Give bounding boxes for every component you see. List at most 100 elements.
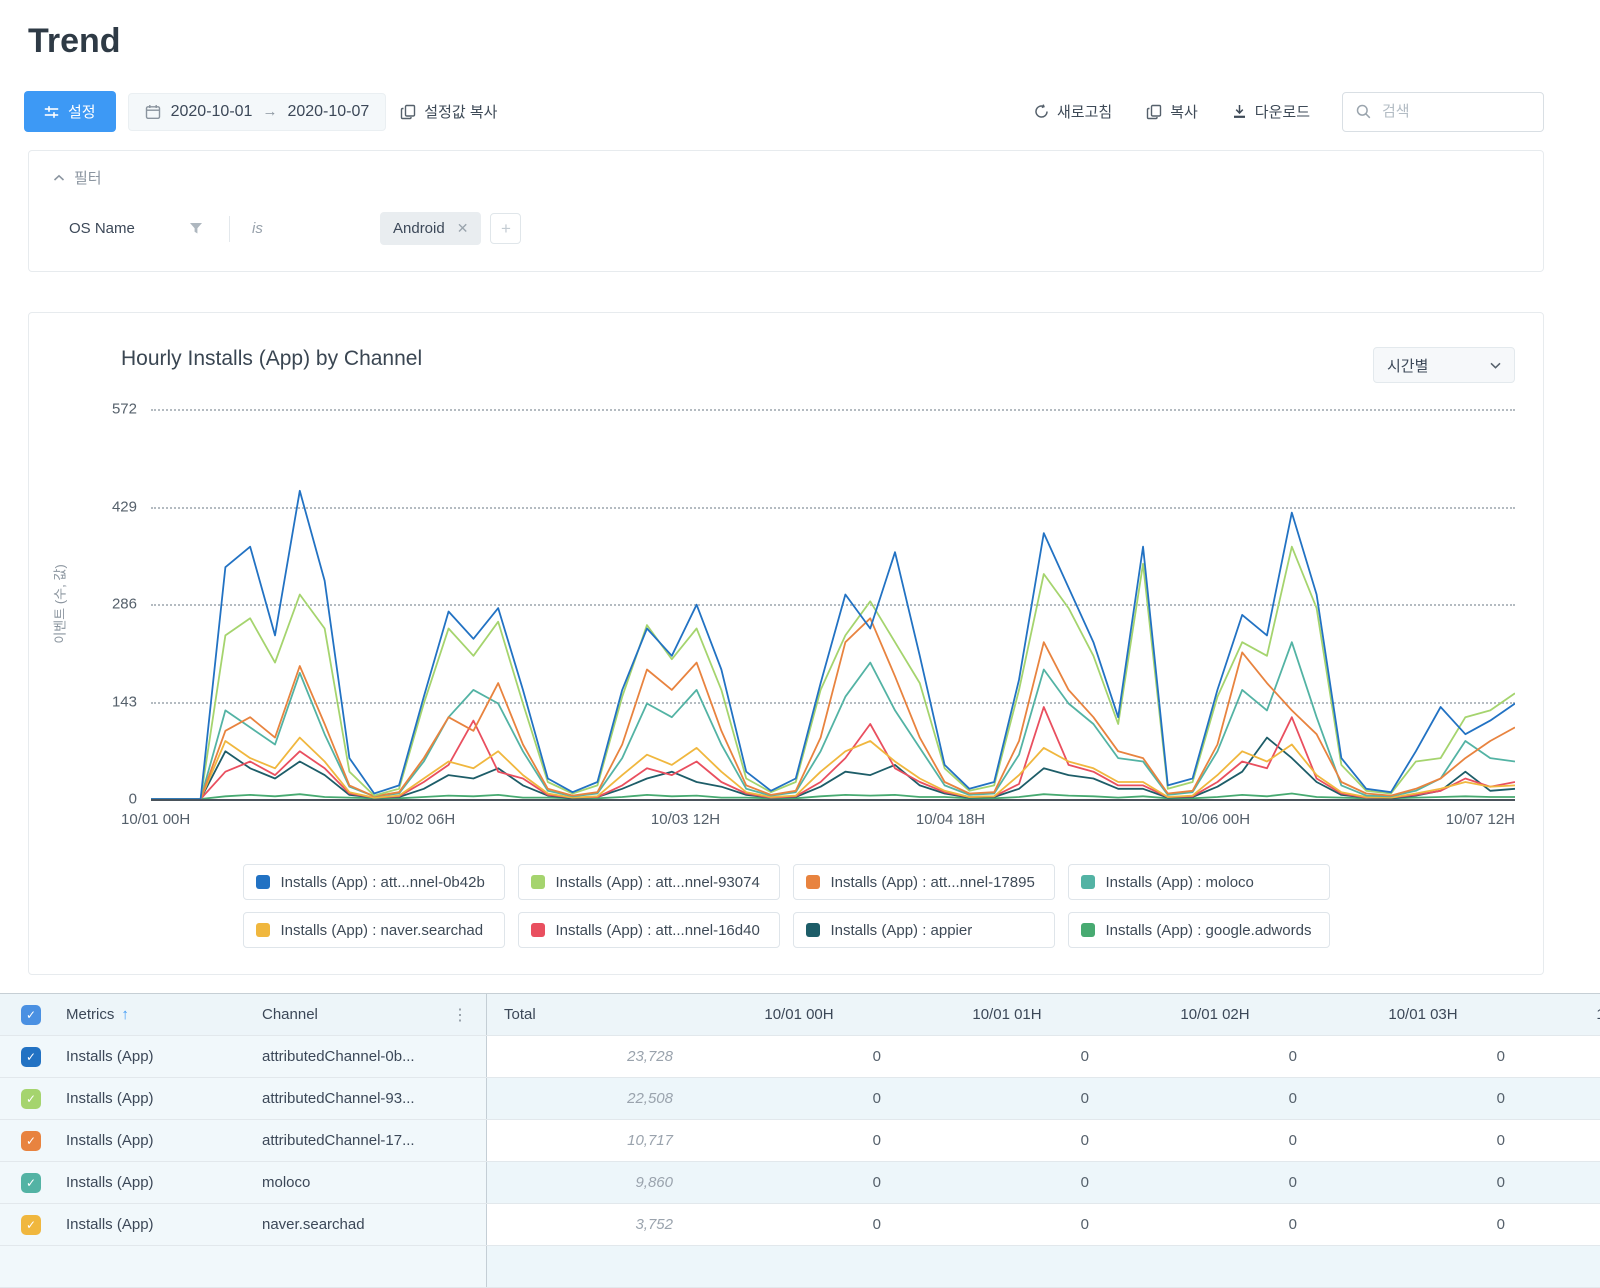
date-range-picker[interactable]: 2020-10-01 → 2020-10-07 — [128, 93, 387, 131]
legend-item[interactable]: Installs (App) : att...nnel-93074 — [518, 864, 780, 900]
x-axis-baseline — [151, 799, 1515, 801]
table-row: ✓Installs (App)naver.searchad3,7520000 — [0, 1204, 1600, 1246]
hour-value-cell: 0 — [1111, 1162, 1319, 1203]
legend-item[interactable]: Installs (App) : att...nnel-17895 — [793, 864, 1055, 900]
hour-value-cell: 0 — [1319, 1162, 1527, 1203]
hour-value: 0 — [1081, 1090, 1089, 1107]
hour-value: 0 — [1497, 1174, 1505, 1191]
metrics-column-header[interactable]: Metrics ↑ — [62, 994, 262, 1035]
copy-button[interactable]: 복사 — [1144, 95, 1200, 128]
hour-column-header[interactable]: 10/01 03H — [1319, 994, 1527, 1035]
filter-collapse-toggle[interactable]: 필터 — [53, 167, 1519, 188]
table-row: ✓Installs (App)moloco9,8600000 — [0, 1162, 1600, 1204]
checkbox-cell — [0, 1246, 62, 1287]
metrics-header-label: Metrics — [66, 1006, 114, 1023]
channel-column-header[interactable]: Channel ⋮ — [262, 994, 487, 1035]
channel-name: attributedChannel-93... — [262, 1090, 415, 1107]
filter-value-chip[interactable]: Android ✕ — [380, 212, 481, 245]
date-arrow-icon: → — [262, 103, 277, 120]
hour-value-cell: 0 — [1111, 1036, 1319, 1077]
filter-operator[interactable]: is — [252, 220, 380, 237]
add-filter-value-button[interactable]: + — [490, 213, 521, 244]
checkbox-cell: ✓ — [0, 1078, 62, 1119]
select-all-checkbox[interactable]: ✓ — [21, 1005, 41, 1025]
total-column-header[interactable]: Total — [487, 994, 695, 1035]
hour-value: 0 — [873, 1048, 881, 1065]
checkbox-cell: ✓ — [0, 1036, 62, 1077]
hour-value-cell: 0 — [903, 1120, 1111, 1161]
x-tick-label: 10/04 18H — [916, 811, 985, 828]
hour-value-cell — [1527, 1120, 1600, 1161]
refresh-button[interactable]: 새로고침 — [1032, 95, 1114, 128]
column-menu-kebab-icon[interactable]: ⋮ — [452, 1005, 468, 1025]
hour-value-cell: 0 — [695, 1204, 903, 1245]
total-value: 9,860 — [635, 1174, 673, 1191]
filter-section-label: 필터 — [74, 167, 102, 188]
hour-value: 0 — [1289, 1216, 1297, 1233]
settings-button[interactable]: 설정 — [24, 91, 116, 132]
x-tick-label: 10/07 12H — [1446, 811, 1515, 828]
search-icon — [1356, 104, 1371, 119]
search-box — [1342, 92, 1544, 132]
hour-value-cell: 0 — [903, 1162, 1111, 1203]
calendar-icon — [145, 104, 161, 120]
search-input[interactable] — [1380, 102, 1530, 121]
trend-plot-area: 이벤트 (수, 값) 5724292861430 — [151, 409, 1515, 799]
download-button[interactable]: 다운로드 — [1230, 95, 1312, 128]
total-cell: 9,860 — [487, 1162, 695, 1203]
legend-swatch — [806, 875, 820, 889]
total-value: 3,752 — [635, 1216, 673, 1233]
total-cell: 10,717 — [487, 1120, 695, 1161]
row-checkbox[interactable]: ✓ — [21, 1215, 41, 1235]
legend-item[interactable]: Installs (App) : appier — [793, 912, 1055, 948]
hour-value-cell: 0 — [695, 1078, 903, 1119]
chip-remove-icon[interactable]: ✕ — [457, 220, 469, 237]
total-value: 22,508 — [627, 1090, 673, 1107]
table-row: ✓Installs (App)attributedChannel-0b...23… — [0, 1036, 1600, 1078]
copy-settings-button[interactable]: 설정값 복사 — [398, 95, 499, 128]
channel-cell: naver.searchad — [262, 1204, 487, 1245]
legend-item[interactable]: Installs (App) : naver.searchad — [243, 912, 505, 948]
divider — [229, 216, 230, 242]
row-checkbox[interactable]: ✓ — [21, 1173, 41, 1193]
filter-field-name[interactable]: OS Name — [69, 220, 189, 237]
row-checkbox[interactable]: ✓ — [21, 1089, 41, 1109]
sort-asc-icon: ↑ — [121, 1006, 129, 1023]
hour-headers: 10/01 00H10/01 01H10/01 02H10/01 03H10/0… — [695, 994, 1600, 1035]
hour-value: 0 — [1081, 1174, 1089, 1191]
table-row: ✓Installs (App)attributedChannel-17...10… — [0, 1120, 1600, 1162]
legend-label: Installs (App) : att...nnel-0b42b — [281, 874, 485, 891]
row-checkbox[interactable]: ✓ — [21, 1047, 41, 1067]
legend-swatch — [256, 875, 270, 889]
hour-column-header[interactable]: 10/01 04H — [1527, 994, 1600, 1035]
legend-item[interactable]: Installs (App) : att...nnel-16d40 — [518, 912, 780, 948]
interval-dropdown[interactable]: 시간별 — [1373, 347, 1515, 383]
legend-label: Installs (App) : att...nnel-17895 — [831, 874, 1035, 891]
legend-item[interactable]: Installs (App) : att...nnel-0b42b — [243, 864, 505, 900]
legend-item[interactable]: Installs (App) : google.adwords — [1068, 912, 1330, 948]
download-icon — [1232, 104, 1247, 119]
metric-cell: Installs (App) — [62, 1036, 262, 1077]
channel-cell: attributedChannel-17... — [262, 1120, 487, 1161]
chart-card: Hourly Installs (App) by Channel 시간별 이벤트… — [28, 312, 1544, 975]
hour-column-header[interactable]: 10/01 02H — [1111, 994, 1319, 1035]
hour-column-header[interactable]: 10/01 00H — [695, 994, 903, 1035]
hour-column-header[interactable]: 10/01 01H — [903, 994, 1111, 1035]
legend-grid: Installs (App) : att...nnel-0b42b Install… — [242, 864, 1330, 948]
legend-item[interactable]: Installs (App) : moloco — [1068, 864, 1330, 900]
refresh-label: 새로고침 — [1057, 101, 1112, 122]
hour-value-cell: 0 — [1319, 1078, 1527, 1119]
row-checkbox[interactable]: ✓ — [21, 1131, 41, 1151]
sliders-icon — [44, 105, 59, 119]
table-row-partial — [0, 1246, 1600, 1288]
x-tick-label: 10/01 00H — [121, 811, 190, 828]
filter-row: OS Name is Android ✕ + — [69, 212, 1519, 245]
legend-label: Installs (App) : moloco — [1106, 874, 1254, 891]
total-value: 10,717 — [627, 1132, 673, 1149]
channel-cell: moloco — [262, 1162, 487, 1203]
settings-button-label: 설정 — [68, 101, 96, 122]
toolbar-right: 새로고침 복사 다운로드 — [1032, 92, 1544, 132]
trend-chart-svg — [151, 409, 1515, 799]
copy-icon — [1146, 104, 1162, 120]
hour-value: 0 — [873, 1216, 881, 1233]
